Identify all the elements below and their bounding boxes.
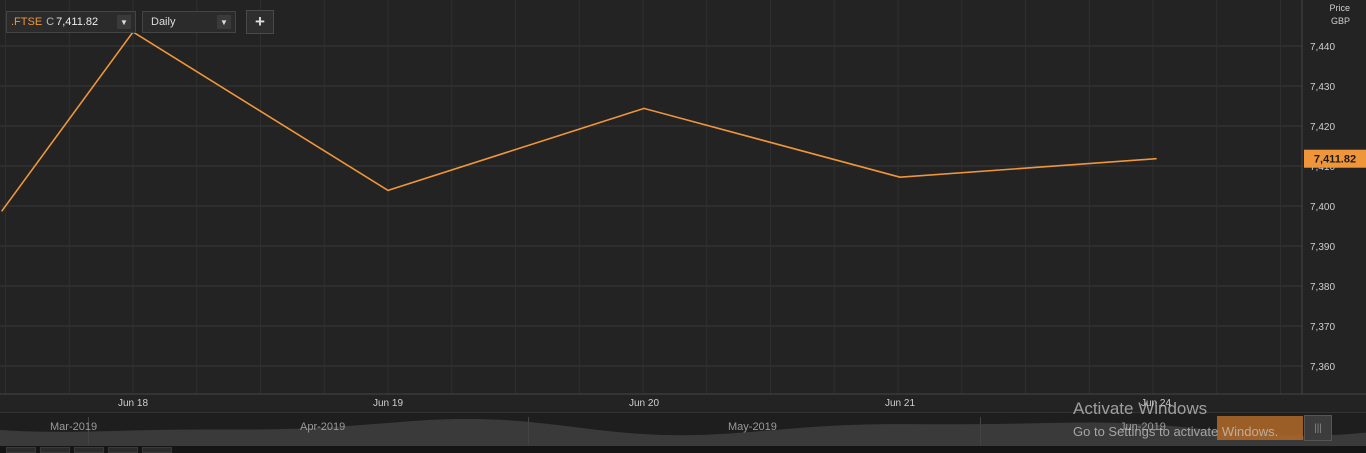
y-tick-label: 7,380 — [1310, 282, 1335, 293]
x-tick-label: Jun 18 — [118, 398, 148, 409]
symbol-selector[interactable]: .FTSE C 7,411.82 ▼ — [6, 11, 136, 33]
x-tick-label: Jun 21 — [885, 398, 915, 409]
strip-button[interactable] — [6, 447, 36, 453]
add-series-button[interactable]: + — [246, 10, 274, 34]
navigator-month-label: Apr-2019 — [300, 421, 346, 433]
activation-watermark-subtitle: Go to Settings to activate Windows. — [1073, 424, 1279, 439]
activation-watermark-title: Activate Windows — [1073, 399, 1208, 418]
x-tick-label: Jun 20 — [629, 398, 659, 409]
data-point — [643, 107, 645, 110]
close-prefix: C — [46, 16, 55, 28]
data-point — [899, 176, 901, 178]
strip-button[interactable] — [40, 447, 70, 453]
bottom-button-strip — [0, 446, 1366, 453]
grip-icon[interactable]: ||| — [1304, 415, 1332, 441]
axis-header-currency: GBP — [1330, 16, 1350, 26]
data-point — [387, 189, 389, 192]
last-price-label: 7,411.82 — [1314, 154, 1356, 166]
y-tick-label: 7,400 — [1310, 202, 1335, 213]
y-tick-label: 7,370 — [1310, 322, 1335, 333]
data-point — [1155, 157, 1157, 160]
axis-layer: 7,3607,3707,3807,3907,4007,4107,4207,430… — [0, 0, 1366, 409]
navigator-month-label: Mar-2019 — [50, 421, 98, 433]
series-layer: 7,411.82 — [1, 30, 1366, 212]
data-point — [1, 210, 3, 212]
symbol-code: .FTSE — [11, 16, 43, 28]
chevron-down-icon[interactable]: ▼ — [117, 15, 131, 29]
y-tick-label: 7,430 — [1310, 82, 1335, 93]
y-tick-label: 7,390 — [1310, 242, 1335, 253]
strip-button[interactable] — [74, 447, 104, 453]
chart-toolbar: .FTSE C 7,411.82 ▼ Daily ▼ + — [6, 10, 274, 34]
strip-button[interactable] — [142, 447, 172, 453]
y-tick-label: 7,440 — [1310, 42, 1335, 53]
grid-layer — [0, 0, 1302, 394]
interval-value: Daily — [151, 16, 176, 28]
y-tick-label: 7,420 — [1310, 122, 1335, 133]
navigator-divider — [980, 417, 981, 445]
strip-button[interactable] — [108, 447, 138, 453]
navigator-month-label: May-2019 — [728, 421, 777, 433]
x-tick-label: Jun 19 — [373, 398, 403, 409]
chart-svg: 7,3607,3707,3807,3907,4007,4107,4207,430… — [0, 0, 1366, 409]
chevron-down-icon[interactable]: ▼ — [217, 15, 231, 29]
close-value: 7,411.82 — [56, 16, 99, 28]
interval-selector[interactable]: Daily ▼ — [142, 11, 236, 33]
axis-header-price: Price — [1329, 3, 1350, 13]
navigator-divider — [528, 417, 529, 445]
y-tick-label: 7,360 — [1310, 362, 1335, 373]
price-chart[interactable]: 7,3607,3707,3807,3907,4007,4107,4207,430… — [0, 0, 1366, 412]
